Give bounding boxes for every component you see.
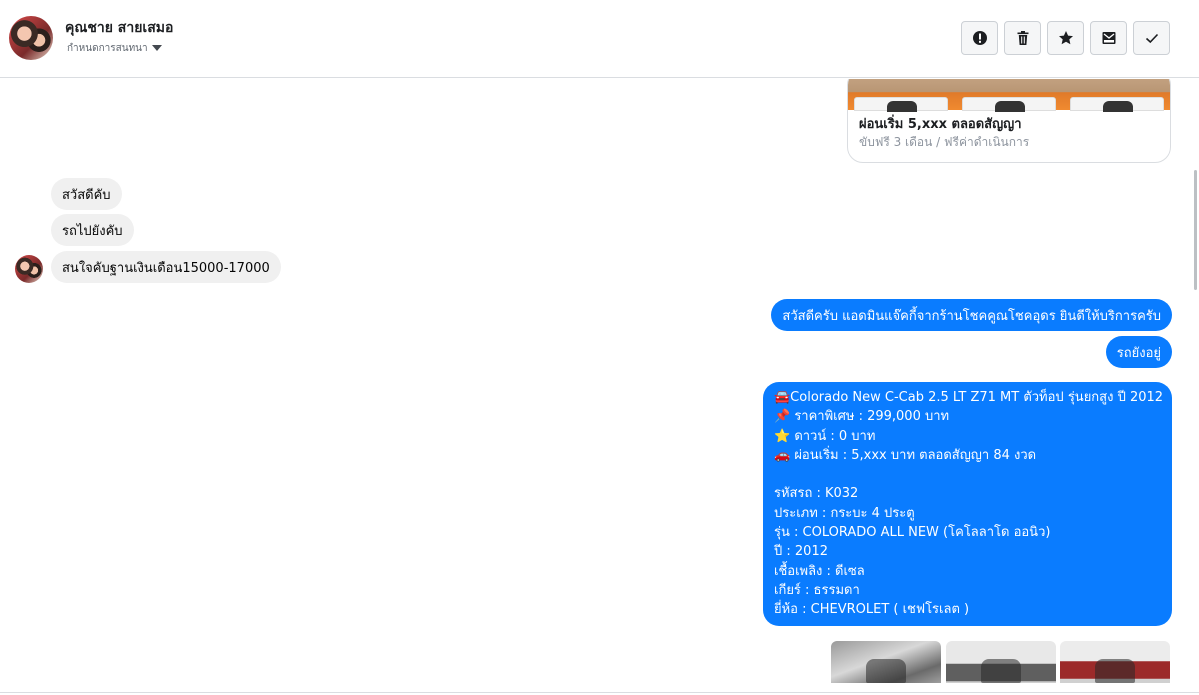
composer-divider [0,692,1199,693]
detail-line-blank [774,465,1161,484]
conversation-schedule-label: กำหนดการสนทนา [67,43,148,53]
detail-line: ปี : 2012 [774,544,828,560]
scrollbar[interactable] [1194,170,1197,290]
message-thread[interactable]: ผ่อนเริ่ม 5,xxx ตลอดสัญญา ขับฟรี 3 เดือน… [0,79,1199,683]
detail-line: 🚗 ผ่อนเริ่ม : 5,xxx บาท ตลอดสัญญา 84 งวด [774,447,1037,463]
detail-line: เกียร์ : ธรรมดา [774,582,860,598]
outgoing-message[interactable]: สวัสดีครับ แอดมินแจ๊คกี้จากร้านโชคคูณโชค… [771,299,1172,331]
ad-card-title: ผ่อนเริ่ม 5,xxx ตลอดสัญญา [859,117,1022,132]
detail-line: 🚘Colorado New C-Cab 2.5 LT Z71 MT ตัวท็อ… [774,390,1164,405]
delete-button[interactable] [1004,21,1041,55]
trash-icon [1017,31,1028,45]
outgoing-message-details[interactable]: 🚘Colorado New C-Cab 2.5 LT Z71 MT ตัวท็อ… [763,382,1172,626]
outgoing-message[interactable]: รถยังอยู่ [1105,336,1172,368]
car-photo-interior[interactable] [831,641,941,683]
car-photo-rear[interactable] [1060,641,1170,683]
car-photo-front[interactable] [946,641,1056,683]
contact-name[interactable]: คุณชาย สายเสมอ [65,17,173,39]
conversation-header: คุณชาย สายเสมอ กำหนดการสนทนา [0,0,1199,78]
detail-line: 📌 ราคาพิเศษ : 299,000 บาท [774,409,950,425]
detail-line: รหัสรถ : K032 [774,486,859,502]
exclamation-icon [972,31,987,45]
conversation-schedule-dropdown[interactable]: กำหนดการสนทนา [67,41,162,53]
detail-line: ประเภท : กระบะ 4 ประตู [774,505,915,521]
star-icon [1058,31,1073,45]
incoming-message[interactable]: รถไปยังคับ [51,214,134,246]
star-button[interactable] [1047,21,1084,55]
detail-line: รุ่น : COLORADO ALL NEW (โคโลลาโด ออนิว) [774,525,1051,541]
report-button[interactable] [961,21,998,55]
ad-card-image [848,79,1170,112]
detail-line: ⭐ ดาวน์ : 0 บาท [774,428,876,444]
incoming-message[interactable]: สวัสดีคับ [51,178,122,210]
check-icon [1145,33,1158,44]
ad-card-subtitle: ขับฟรี 3 เดือน / ฟรีค่าดำเนินการ [859,135,1030,149]
detail-line: ยี่ห้อ : CHEVROLET ( เชฟโรเลต ) [774,602,970,618]
envelope-icon [1102,32,1115,44]
detail-line: เชื้อเพลิง : ดีเซล [774,563,865,579]
contact-avatar-small [15,255,43,283]
contact-avatar[interactable] [9,16,53,60]
ad-card[interactable]: ผ่อนเริ่ม 5,xxx ตลอดสัญญา ขับฟรี 3 เดือน… [847,79,1171,163]
mark-unread-button[interactable] [1090,21,1127,55]
mark-done-button[interactable] [1133,21,1170,55]
caret-down-icon [151,45,162,51]
incoming-message[interactable]: สนใจคับฐานเงินเดือน15000-17000 [51,251,281,283]
